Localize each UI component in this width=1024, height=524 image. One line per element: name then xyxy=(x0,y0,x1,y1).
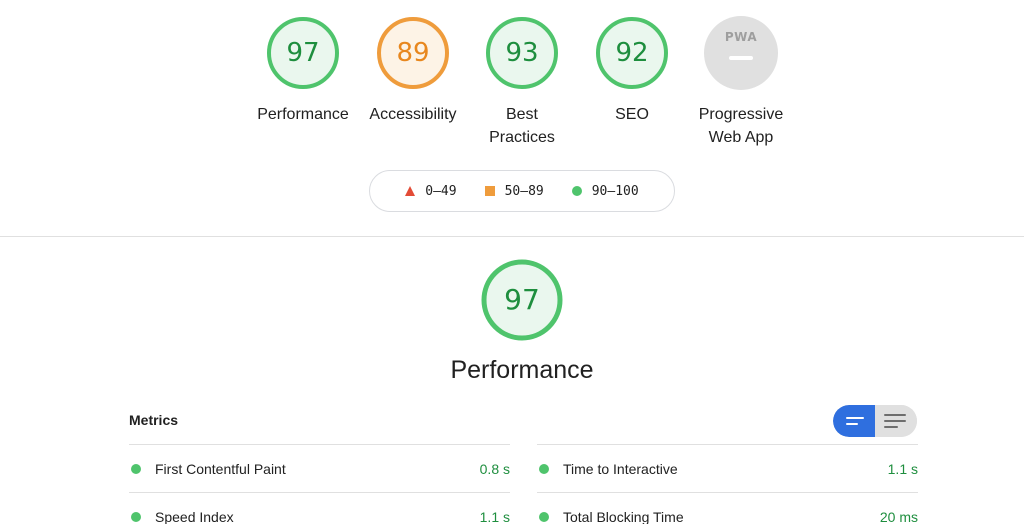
pass-circle-icon xyxy=(131,464,141,474)
gauge-label: Best Practices xyxy=(489,106,555,146)
legend-fail-range: 0–49 xyxy=(425,183,457,199)
score-ring: 97 xyxy=(266,16,340,90)
score-scale-legend: 0–49 50–89 90–100 xyxy=(369,170,675,212)
metric-name: First Contentful Paint xyxy=(155,461,286,477)
gauge-best-practices[interactable]: 93 Best Practices xyxy=(467,16,577,149)
metrics-header: Metrics xyxy=(129,412,179,428)
expanded-lines-icon xyxy=(884,414,906,416)
compact-view-button[interactable] xyxy=(833,405,875,437)
metrics-column-right: Time to Interactive 1.1 s Total Blocking… xyxy=(537,444,918,524)
legend-average-range: 50–89 xyxy=(504,183,544,199)
legend-fail: 0–49 xyxy=(405,183,457,199)
performance-score-gauge: 97 xyxy=(481,259,563,341)
triangle-icon xyxy=(405,186,416,196)
gauge-label: Progressive Web App xyxy=(698,106,784,146)
performance-score-value: 97 xyxy=(504,283,540,316)
metrics-column-left: First Contentful Paint 0.8 s Speed Index… xyxy=(129,444,510,524)
score-ring: 89 xyxy=(376,16,450,90)
expanded-view-button[interactable] xyxy=(875,405,917,437)
score-value: 93 xyxy=(505,38,539,68)
gauge-pwa[interactable]: PWA Progressive Web App xyxy=(686,16,796,149)
gauge-label: Performance xyxy=(257,106,349,123)
legend-pass: 90–100 xyxy=(571,183,639,199)
metric-name: Total Blocking Time xyxy=(563,509,684,524)
score-ring: 92 xyxy=(595,16,669,90)
metric-value: 1.1 s xyxy=(479,509,510,524)
pass-circle-icon xyxy=(131,512,141,522)
gauge-performance[interactable]: 97 Performance xyxy=(248,16,358,126)
metric-name: Time to Interactive xyxy=(563,461,678,477)
metrics-view-toggle xyxy=(833,405,917,437)
pass-circle-icon xyxy=(539,512,549,522)
gauge-label: SEO xyxy=(615,106,649,123)
metric-total-blocking-time: Total Blocking Time 20 ms xyxy=(537,492,918,524)
gauge-accessibility[interactable]: 89 Accessibility xyxy=(358,16,468,126)
metric-value: 1.1 s xyxy=(887,461,918,477)
legend-average: 50–89 xyxy=(484,183,544,199)
score-value: 89 xyxy=(396,38,430,68)
section-divider xyxy=(0,236,1024,237)
metric-value: 0.8 s xyxy=(479,461,510,477)
score-ring: 93 xyxy=(485,16,559,90)
metric-time-to-interactive: Time to Interactive 1.1 s xyxy=(537,444,918,492)
category-gauges: 97 Performance 89 Accessibility 93 Best … xyxy=(0,16,1024,156)
metric-speed-index: Speed Index 1.1 s xyxy=(129,492,510,524)
square-icon xyxy=(484,186,495,196)
score-value: 97 xyxy=(286,38,320,68)
metric-first-contentful-paint: First Contentful Paint 0.8 s xyxy=(129,444,510,492)
pwa-badge-text: PWA xyxy=(724,30,758,44)
metric-name: Speed Index xyxy=(155,509,234,524)
score-value: 92 xyxy=(615,38,649,68)
gauge-label: Accessibility xyxy=(369,106,457,123)
circle-icon xyxy=(571,186,582,196)
pwa-badge-icon: PWA xyxy=(704,16,778,90)
metric-value: 20 ms xyxy=(879,509,918,524)
gauge-seo[interactable]: 92 SEO xyxy=(577,16,687,126)
performance-title: Performance xyxy=(450,356,594,384)
legend-pass-range: 90–100 xyxy=(591,183,639,199)
pass-circle-icon xyxy=(539,464,549,474)
compact-lines-icon xyxy=(846,417,864,419)
